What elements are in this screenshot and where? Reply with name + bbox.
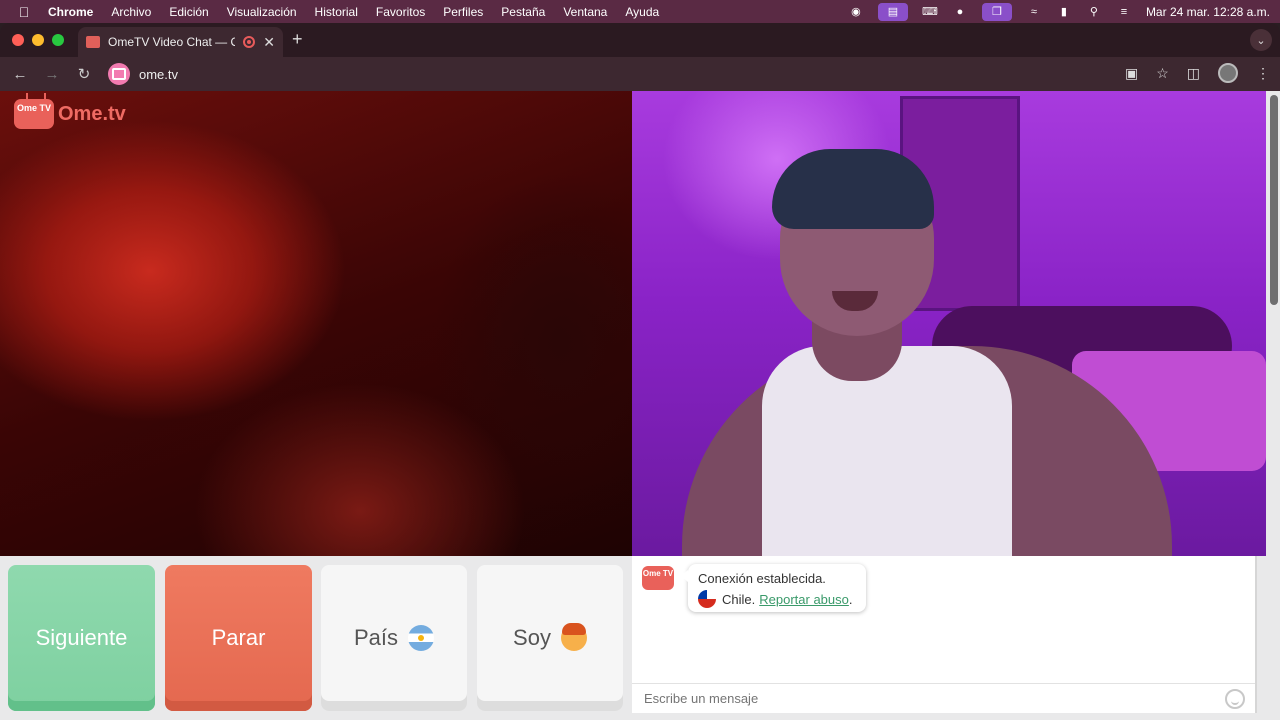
message-input[interactable] <box>632 684 1192 712</box>
menu-visualizacion[interactable]: Visualización <box>227 5 297 19</box>
browser-window: OmeTV Video Chat — Om ✕ + ⌄ ← → ↻ ome.tv… <box>0 23 1280 720</box>
stop-button[interactable]: Parar <box>165 565 312 711</box>
tab-title: OmeTV Video Chat — Om <box>108 35 236 49</box>
tab-favicon <box>86 36 100 48</box>
report-abuse-link[interactable]: Reportar abuso <box>759 592 849 607</box>
cast-icon[interactable]: ▣ <box>1125 65 1138 82</box>
connection-status-text: Conexión establecida. <box>698 571 826 586</box>
gender-label: Soy <box>513 625 551 650</box>
new-tab-button[interactable]: + <box>292 29 303 50</box>
keyboard-icon[interactable]: ⌨ <box>922 5 938 19</box>
ometv-chat-avatar-icon: Ome TV <box>642 566 674 590</box>
vpn-icon[interactable]: ◉ <box>848 5 864 19</box>
page-scrollbar[interactable] <box>1270 95 1278 305</box>
menu-archivo[interactable]: Archivo <box>111 5 151 19</box>
chile-flag-icon <box>698 590 716 608</box>
zoom-window-button[interactable] <box>52 34 64 46</box>
message-input-area <box>632 683 1255 713</box>
boy-emoji-icon <box>560 623 587 651</box>
extensions-icon[interactable]: ◫ <box>1187 65 1200 82</box>
ometv-logo-text: Ome.tv <box>58 102 126 125</box>
control-center-icon[interactable]: ≡ <box>1116 5 1132 19</box>
next-button[interactable]: Siguiente <box>8 565 155 711</box>
chat-controls: Siguiente Parar País Soy <box>8 565 624 713</box>
menu-favoritos[interactable]: Favoritos <box>376 5 425 19</box>
remote-video <box>632 91 1266 556</box>
bookmark-star-icon[interactable]: ☆ <box>1156 65 1169 82</box>
battery-icon[interactable]: ▮ <box>1056 5 1072 19</box>
screen-share-icon[interactable]: ▤ <box>877 2 908 21</box>
argentina-flag-icon <box>408 625 435 651</box>
tab-ometv[interactable]: OmeTV Video Chat — Om ✕ <box>78 27 283 57</box>
gender-button[interactable]: Soy <box>477 565 623 711</box>
minimize-window-button[interactable] <box>32 34 44 46</box>
menu-historial[interactable]: Historial <box>315 5 358 19</box>
forward-button[interactable]: → <box>36 66 68 83</box>
toolbar-actions: ▣ ☆ ◫ ⋮ <box>1125 63 1270 83</box>
wifi-icon[interactable]: ≈ <box>1026 5 1042 19</box>
country-filter-label: País <box>353 625 399 650</box>
menu-perfiles[interactable]: Perfiles <box>443 5 483 19</box>
video-person-tanktop <box>762 346 1012 556</box>
search-icon[interactable]: ⚲ <box>1086 5 1102 19</box>
ometv-page: Ome TV Ome.tv Siguiente Parar País Soy O… <box>0 91 1280 720</box>
tab-search-button[interactable]: ⌄ <box>1250 29 1272 51</box>
macos-menu-bar:  Chrome Archivo Edición Visualización H… <box>0 0 1280 23</box>
partner-country-text: Chile. <box>722 591 756 607</box>
local-video: Ome TV Ome.tv <box>0 91 632 556</box>
ometv-tv-icon: Ome TV <box>14 99 54 129</box>
apple-icon[interactable]:  <box>0 4 48 20</box>
tab-strip: OmeTV Video Chat — Om ✕ + ⌄ <box>0 23 1280 57</box>
user-icon[interactable]: ● <box>952 5 968 19</box>
report-suffix: . <box>848 591 853 607</box>
address-bar[interactable]: ome.tv <box>108 61 1158 87</box>
next-button-label: Siguiente <box>35 625 128 650</box>
partner-country-line: Chile. Reportar abuso. <box>698 590 856 608</box>
menu-pestana[interactable]: Pestaña <box>501 5 545 19</box>
close-window-button[interactable] <box>12 34 24 46</box>
ometv-logo[interactable]: Ome TV Ome.tv <box>14 99 126 129</box>
menu-bar-status-area: ◉ ▤ ⌨ ● ❐ ≈ ▮ ⚲ ≡ Mar 24 mar. 12:28 a.m. <box>848 0 1270 23</box>
window-controls <box>12 34 64 46</box>
browser-toolbar: ← → ↻ ome.tv ▣ ☆ ◫ ⋮ <box>0 57 1280 91</box>
profile-avatar[interactable] <box>1218 63 1238 83</box>
recording-indicator-icon <box>243 36 256 48</box>
stop-button-label: Parar <box>211 625 266 650</box>
reload-button[interactable]: ↻ <box>68 65 100 83</box>
menu-ventana[interactable]: Ventana <box>563 5 607 19</box>
emoji-picker-icon[interactable] <box>1225 689 1245 709</box>
video-person-cap <box>772 149 934 229</box>
country-filter-button[interactable]: País <box>321 565 467 711</box>
stage-manager-icon[interactable]: ❐ <box>981 2 1012 21</box>
close-tab-icon[interactable]: ✕ <box>263 34 275 51</box>
menu-bar-clock[interactable]: Mar 24 mar. 12:28 a.m. <box>1146 5 1270 19</box>
menu-ayuda[interactable]: Ayuda <box>625 5 659 19</box>
chrome-menu-icon[interactable]: ⋮ <box>1256 65 1270 82</box>
system-message: Conexión establecida. Chile. Reportar ab… <box>681 564 866 612</box>
url-text[interactable]: ome.tv <box>139 67 178 82</box>
back-button[interactable]: ← <box>4 66 36 83</box>
site-info-icon[interactable] <box>108 63 130 85</box>
menu-edicion[interactable]: Edición <box>169 5 208 19</box>
chat-panel: Ome TV Conexión establecida. Chile. Repo… <box>632 556 1257 713</box>
menu-app-chrome[interactable]: Chrome <box>48 5 93 19</box>
